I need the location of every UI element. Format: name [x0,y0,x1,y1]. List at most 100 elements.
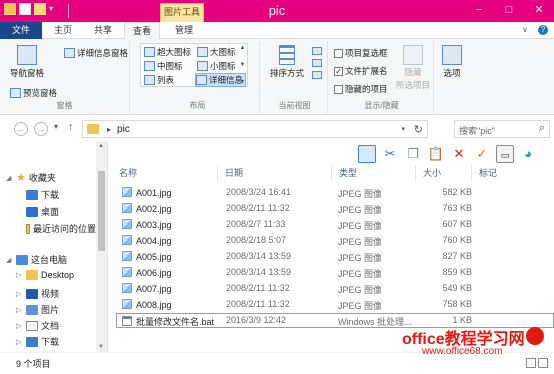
table-row[interactable]: A006.jpg 2008/3/14 13:59 JPEG 图像 859 KB [116,266,554,281]
expand-icon[interactable]: ▷ [16,338,23,346]
table-row[interactable]: A001.jpg 2008/3/24 16:41 JPEG 图像 582 KB [116,186,554,201]
table-row[interactable]: A004.jpg 2008/2/18 5:07 JPEG 图像 760 KB [116,234,554,249]
file-extensions-option[interactable]: ✓ 文件扩展名 [334,65,388,77]
column-header-type[interactable]: 类型 [332,165,416,182]
scroll-down-icon[interactable]: ▼ [98,344,104,350]
hidden-items-checkbox[interactable] [334,84,343,94]
expand-icon[interactable]: ▷ [16,322,23,330]
column-header-date[interactable]: 日期 [218,165,332,182]
sort-by-label: 排序方式 [270,68,305,78]
layout-large-icons[interactable]: 大图标 [197,46,236,58]
breadcrumb-separator-icon[interactable]: ▸ [107,125,111,134]
tab-home[interactable]: 主页 [44,22,82,39]
layout-label: 中图标 [157,61,183,71]
options-button[interactable]: 选项 [442,45,462,79]
table-row[interactable]: A003.jpg 2008/2/7 11:33 JPEG 图像 607 KB [116,218,554,233]
layout-medium-icons[interactable]: 中图标 [144,60,183,72]
hidden-items-option[interactable]: 隐藏的项目 [334,83,388,95]
expand-icon[interactable]: ◢ [6,256,13,264]
file-name-text: A008.jpg [136,300,172,310]
image-file-icon [122,235,132,245]
layout-extra-large-icons[interactable]: 超大图标 [144,46,191,58]
nav-desktop[interactable]: 桌面 [26,205,59,218]
expand-icon[interactable]: ▷ [16,271,23,279]
scroll-down-icon[interactable]: ▼ [239,62,246,68]
close-button[interactable]: ✕ [524,0,554,20]
nav-videos[interactable]: ▷ 视频 [16,287,59,300]
layout-gallery-scroll[interactable]: ▲ ▼ ▾ [239,45,246,85]
file-extensions-checkbox[interactable]: ✓ [334,66,343,76]
delete-icon[interactable]: ✕ [450,145,468,163]
table-row[interactable]: A007.jpg 2008/2/11 11:32 JPEG 图像 549 KB [116,282,554,297]
table-row[interactable]: A008.jpg 2008/2/11 11:32 JPEG 图像 758 KB [116,298,554,313]
details-pane-button[interactable]: 详细信息窗格 [64,47,128,59]
item-checkboxes-checkbox[interactable] [334,48,343,58]
nav-recent[interactable]: 最近访问的位置 [26,222,96,235]
large-icons-view-icon[interactable] [538,358,548,368]
nav-pc-downloads[interactable]: ▷ 下载 [16,335,59,348]
forward-button[interactable]: → [34,122,48,136]
file-type: Windows 批处理... [338,317,412,327]
address-dropdown-icon[interactable]: ▾ [401,125,405,133]
cut-icon[interactable]: ✂ [381,145,399,163]
nav-downloads[interactable]: 下载 [26,188,59,201]
column-header-size[interactable]: 大小 [416,165,472,182]
table-row[interactable]: A002.jpg 2008/2/11 11:32 JPEG 图像 763 KB [116,202,554,217]
more-icon[interactable]: ▾ [239,78,246,85]
refresh-icon[interactable]: ↻ [414,123,423,136]
properties-icon[interactable]: ▭ [496,145,514,163]
ribbon-collapse-icon[interactable]: ∨ [520,25,530,35]
preview-pane-button[interactable]: 预览窗格 [10,87,57,99]
layout-label: 超大图标 [157,47,192,57]
help-icon[interactable]: ? [538,25,548,35]
breadcrumb-pic[interactable]: pic [117,124,130,135]
nav-pictures[interactable]: ▷ 图片 [16,303,59,316]
copy-icon[interactable]: ❐ [404,145,422,163]
nav-pane-button[interactable]: 导航窗格 [10,45,44,79]
search-icon[interactable]: ⌕ [539,122,545,135]
confirm-icon[interactable]: ✓ [473,145,491,163]
layout-small-icons[interactable]: 小图标 [197,60,236,72]
hide-selected-button[interactable]: 隐藏 所选项目 [396,45,430,91]
tab-share[interactable]: 共享 [84,22,122,39]
nav-this-pc[interactable]: ◢ 这台电脑 [6,253,67,266]
file-date: 2008/2/11 11:32 [226,203,290,213]
view-pane-icon[interactable] [358,145,376,163]
group-by-icon[interactable] [312,47,322,55]
column-header-name[interactable]: 名称 [112,165,218,182]
nav-pc-desktop[interactable]: ▷ Desktop [16,270,74,280]
nav-favorites[interactable]: ◢ ★ 收藏夹 [6,171,56,184]
expand-icon[interactable]: ▷ [16,306,23,314]
maximize-button[interactable]: □ [494,0,524,20]
search-box[interactable]: 搜索"pic" ⌕ [454,120,550,138]
address-bar[interactable]: ▸ pic ▾ ↻ [82,120,428,138]
scrollbar-thumb[interactable] [98,171,105,251]
back-button[interactable]: ← [14,122,28,136]
expand-icon[interactable]: ▷ [16,290,23,298]
size-columns-icon[interactable] [312,71,322,79]
details-view-icon[interactable] [526,358,536,368]
minimize-button[interactable]: − [464,0,494,20]
item-checkboxes-option[interactable]: 项目复选框 [334,47,388,59]
tab-file[interactable]: 文件 [0,22,42,39]
nav-pane-scrollbar[interactable]: ▲ ▼ [96,141,107,352]
recent-locations-icon[interactable]: ▾ [54,122,58,131]
tab-view[interactable]: 查看 [124,22,160,40]
nav-label: Desktop [41,270,75,280]
table-row[interactable]: A005.jpg 2008/3/14 13:59 JPEG 图像 827 KB [116,250,554,265]
expand-icon[interactable]: ◢ [6,174,13,182]
file-type: JPEG 图像 [338,205,383,215]
add-columns-icon[interactable] [312,59,322,67]
file-date: 2008/3/14 13:59 [226,267,292,277]
nav-documents[interactable]: ▷ 文档 [16,319,59,332]
scroll-up-icon[interactable]: ▲ [98,143,104,149]
scroll-up-icon[interactable]: ▲ [239,45,246,51]
up-button[interactable]: ↑ [68,121,74,133]
tab-manage[interactable]: 管理 [166,22,202,39]
column-header-tags[interactable]: 标记 [472,165,532,182]
layout-list[interactable]: 列表 [144,74,174,86]
globe-icon[interactable]: ◕ [519,145,537,163]
search-input[interactable]: 搜索"pic" [459,124,495,137]
sort-by-button[interactable]: 排序方式 [270,45,304,79]
paste-icon[interactable]: 📋 [427,145,445,163]
